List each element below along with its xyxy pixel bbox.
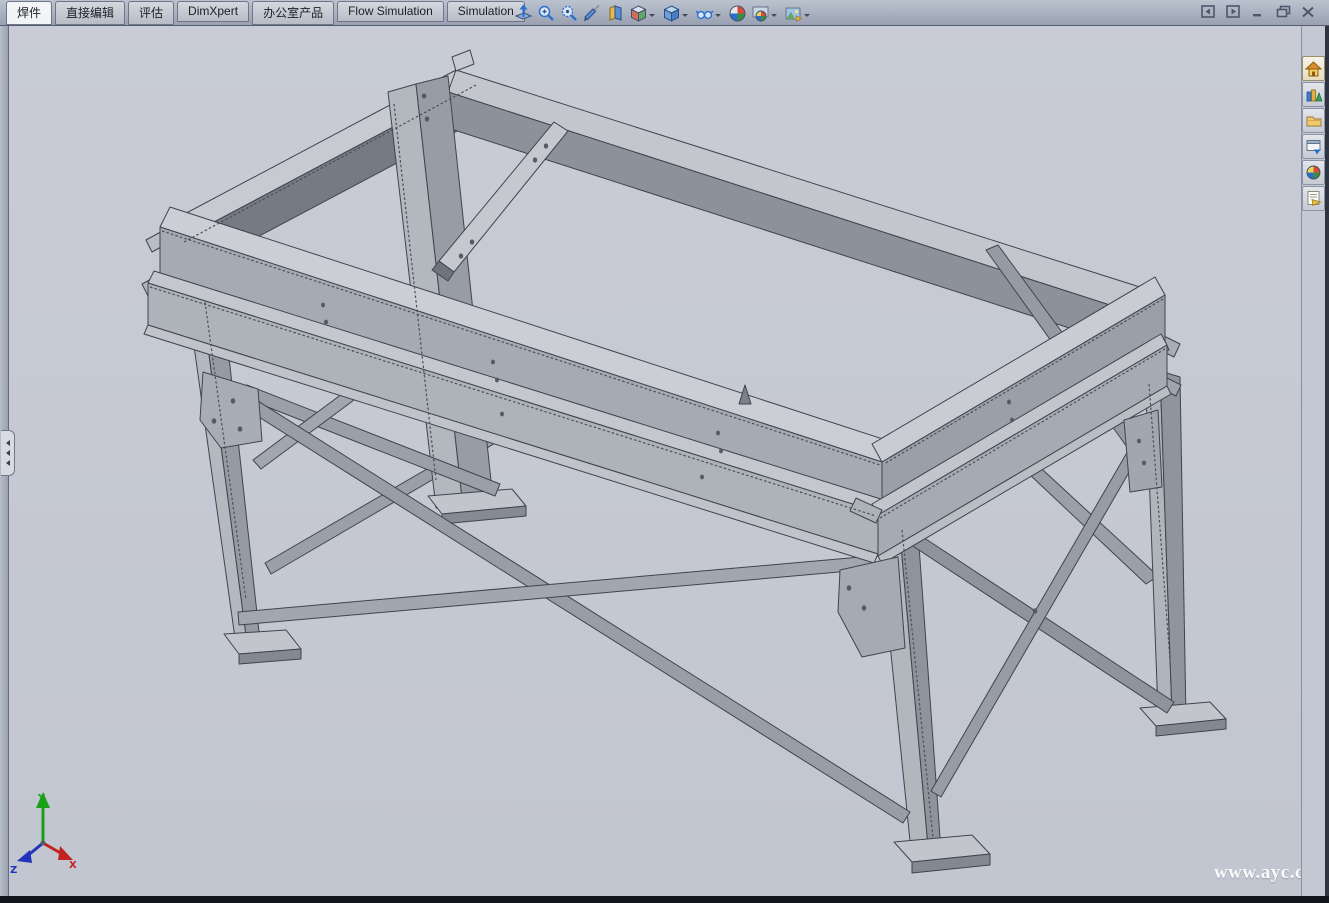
hide-show-items-icon [695, 4, 714, 23]
display-pane-button[interactable] [604, 2, 627, 24]
task-pane-resources-button[interactable] [1302, 56, 1325, 81]
pane-left-icon [1201, 5, 1216, 18]
axis-z-label: Z [10, 865, 17, 876]
pane-right-button[interactable] [1224, 4, 1242, 19]
pane-right-icon [1226, 5, 1241, 18]
view-orientation-dropdown[interactable] [649, 14, 655, 20]
hide-show-items-button[interactable] [693, 2, 726, 24]
graphics-viewport[interactable]: Y X Z [0, 0, 1329, 903]
command-bar: 焊件 直接编辑 评估 DimXpert 办公室产品 Flow Simulatio… [0, 0, 1329, 26]
solidworks-window: Y X Z www.ayc.cn 焊件 直接编辑 评估 DimXpert 办公室… [0, 0, 1329, 903]
hide-show-items-dropdown[interactable] [715, 14, 721, 20]
chevron-left-icon [3, 450, 10, 456]
bolt-hole [1033, 608, 1038, 613]
display-pane-icon [606, 4, 625, 23]
appearances-sphere-icon [1305, 164, 1322, 181]
tab-weldments[interactable]: 焊件 [6, 1, 52, 25]
task-pane-file-explorer-button[interactable] [1302, 108, 1325, 133]
apply-scene-dropdown[interactable] [771, 14, 777, 20]
view-settings-icon [784, 4, 803, 23]
chevron-left-icon [3, 460, 10, 466]
zoom-to-fit-button[interactable] [558, 2, 581, 24]
normal-to-icon [514, 4, 533, 23]
tab-dimxpert[interactable]: DimXpert [177, 1, 249, 22]
zoom-to-area-button[interactable] [535, 2, 558, 24]
task-pane-custom-properties-button[interactable] [1302, 186, 1325, 211]
display-style-icon [662, 4, 681, 23]
folder-icon [1305, 112, 1322, 129]
zoom-to-area-icon [537, 4, 556, 23]
apply-scene-button[interactable] [749, 2, 782, 24]
watermark: www.ayc.cn [1214, 862, 1315, 884]
apply-scene-icon [751, 4, 770, 23]
view-palette-icon [1305, 138, 1322, 155]
tab-office-products[interactable]: 办公室产品 [252, 1, 334, 25]
minimize-button[interactable] [1249, 4, 1267, 19]
window-bottom-edge [0, 896, 1329, 903]
display-style-dropdown[interactable] [682, 14, 688, 20]
tab-direct-editing[interactable]: 直接编辑 [55, 1, 125, 25]
window-right-edge [1325, 26, 1329, 903]
home-icon [1305, 60, 1322, 77]
restore-icon [1276, 5, 1291, 18]
edit-appearance-icon [728, 4, 747, 23]
task-pane-appearances-button[interactable] [1302, 160, 1325, 185]
heads-up-view-toolbar [512, 1, 815, 25]
custom-properties-icon [1305, 190, 1322, 207]
axis-x-label: X [69, 860, 77, 871]
view-orientation-icon [629, 4, 648, 23]
section-view-button[interactable] [581, 2, 604, 24]
task-pane-design-library-button[interactable] [1302, 82, 1325, 107]
minimize-icon [1251, 6, 1265, 18]
tab-evaluate[interactable]: 评估 [128, 1, 174, 25]
view-settings-button[interactable] [782, 2, 815, 24]
view-settings-dropdown[interactable] [804, 14, 810, 20]
axis-y-label: Y [37, 793, 46, 804]
pane-left-button[interactable] [1199, 4, 1217, 19]
command-tabs: 焊件 直接编辑 评估 DimXpert 办公室产品 Flow Simulatio… [6, 1, 528, 25]
chevron-left-icon [3, 440, 10, 446]
close-button[interactable] [1299, 4, 1317, 19]
close-icon [1301, 6, 1315, 18]
view-orientation-button[interactable] [627, 2, 660, 24]
section-view-icon [583, 4, 602, 23]
edit-appearance-button[interactable] [726, 2, 749, 24]
task-pane-view-palette-button[interactable] [1302, 134, 1325, 159]
panel-expand-tab[interactable] [1, 430, 15, 476]
window-controls [1199, 4, 1317, 19]
task-pane [1301, 26, 1325, 896]
zoom-to-fit-icon [560, 4, 579, 23]
normal-to-button[interactable] [512, 2, 535, 24]
restore-button[interactable] [1274, 4, 1292, 19]
display-style-button[interactable] [660, 2, 693, 24]
design-library-icon [1305, 86, 1322, 103]
tab-flow-simulation[interactable]: Flow Simulation [337, 1, 444, 22]
